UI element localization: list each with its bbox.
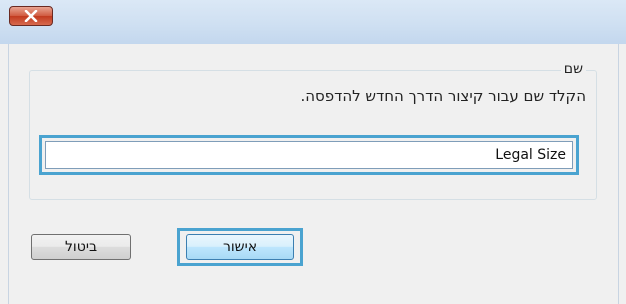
cancel-button[interactable]: ביטול — [31, 234, 131, 260]
dialog-body: שם הקלד שם עבור קיצור הדרך החדש להדפסה. … — [8, 44, 619, 304]
name-input-focus-ring — [39, 135, 579, 175]
dialog-window: שם הקלד שם עבור קיצור הדרך החדש להדפסה. … — [0, 0, 626, 304]
title-bar[interactable] — [0, 0, 626, 44]
shortcut-name-input[interactable] — [45, 141, 573, 169]
ok-button[interactable]: אישור — [186, 234, 294, 260]
ok-button-focus-ring: אישור — [177, 228, 303, 266]
name-groupbox: שם הקלד שם עבור קיצור הדרך החדש להדפסה. — [29, 61, 597, 200]
close-button[interactable] — [9, 6, 53, 26]
group-label: שם — [560, 61, 586, 77]
instructions-text: הקלד שם עבור קיצור הדרך החדש להדפסה. — [300, 87, 586, 105]
close-x-icon — [24, 10, 38, 22]
